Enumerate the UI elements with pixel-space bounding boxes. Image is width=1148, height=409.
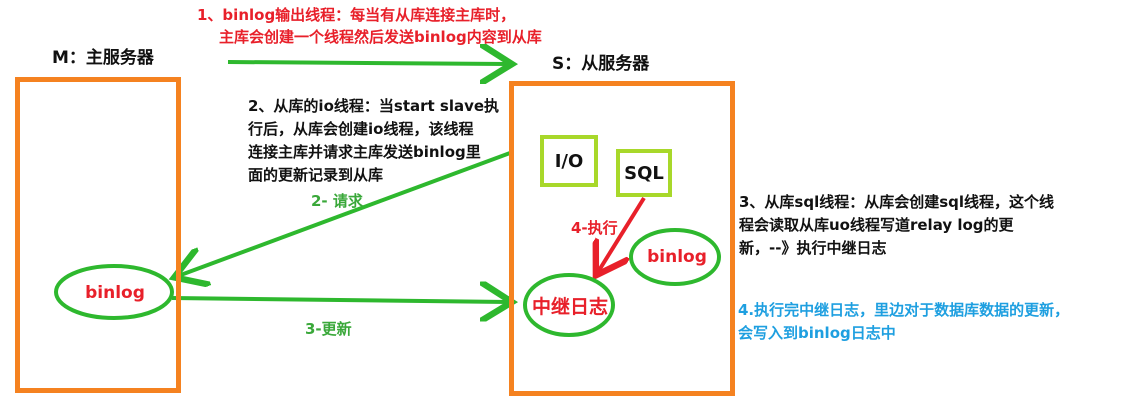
note3-line2: 程会读取从库uo线程写道relay log的更 — [739, 216, 1014, 234]
note1-line1: 1、binlog输出线程：每当有从库连接主库时， — [197, 6, 516, 24]
io-label: I/O — [554, 150, 584, 172]
note2-line1: 2、从库的io线程：当start slave执 — [248, 97, 500, 115]
master-server-box — [15, 77, 181, 393]
relay-log-label: 中继日志 — [531, 295, 608, 318]
slave-server-box — [509, 81, 735, 396]
request-label: 2- 请求 — [311, 192, 363, 210]
note4-line2: 会写入到binlog日志中 — [738, 324, 896, 342]
slave-binlog-label: binlog — [647, 247, 707, 267]
note2-line3: 连接主库并请求主库发送binlog里 — [248, 143, 481, 161]
sql-thread-box: SQL — [616, 149, 672, 197]
note4-line1: 4.执行完中继日志，里边对于数据库数据的更新， — [738, 301, 1070, 319]
note1-line2: 主库会创建一个线程然后发送binlog内容到从库 — [219, 28, 542, 46]
note3-line1: 3、从库sql线程：从库会创建sql线程，这个线 — [739, 193, 1055, 211]
master-binlog-label: binlog — [85, 283, 145, 303]
note2-line4: 面的更新记录到从库 — [248, 166, 384, 184]
slave-title: S：从服务器 — [552, 54, 650, 74]
note3-line3: 新，--》执行中继日志 — [739, 239, 887, 257]
execute-label: 4-执行 — [571, 219, 618, 237]
master-title: M：主服务器 — [52, 48, 154, 68]
binlog-output-arrow — [227, 62, 508, 64]
update-label: 3-更新 — [305, 320, 352, 338]
sql-label: SQL — [624, 162, 664, 184]
io-thread-box: I/O — [540, 135, 598, 187]
note2-line2: 行后，从库会创建io线程，该线程 — [248, 120, 474, 138]
update-arrow — [171, 298, 508, 302]
